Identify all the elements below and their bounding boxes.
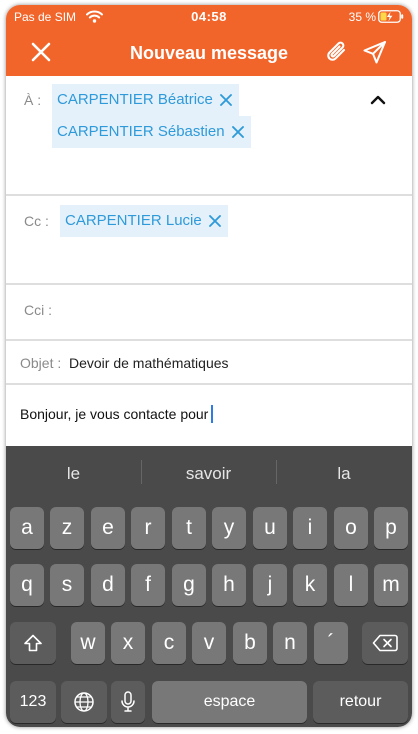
divider: [6, 194, 412, 196]
key[interactable]: q: [10, 564, 44, 606]
keyboard: le savoir la a z e r t y u i o p q s d f…: [6, 446, 412, 727]
text-caret: [211, 405, 214, 423]
divider: [6, 383, 412, 385]
remove-recipient-icon[interactable]: [219, 93, 233, 107]
key[interactable]: z: [50, 507, 84, 549]
key[interactable]: i: [293, 507, 327, 549]
microphone-key[interactable]: [111, 681, 145, 723]
message-body-input[interactable]: Bonjour, je vous contacte pour: [20, 405, 214, 423]
nav-bar: Nouveau message: [6, 29, 412, 76]
remove-recipient-icon[interactable]: [231, 125, 245, 139]
delete-key[interactable]: [362, 622, 408, 664]
divider: [6, 283, 412, 285]
key[interactable]: w: [71, 622, 105, 664]
microphone-icon: [121, 691, 135, 713]
space-key[interactable]: espace: [152, 681, 307, 723]
subject-input[interactable]: Devoir de mathématiques: [69, 355, 229, 371]
collapse-recipients-button[interactable]: [369, 93, 387, 107]
key[interactable]: k: [293, 564, 327, 606]
send-button[interactable]: [361, 38, 389, 66]
key[interactable]: c: [152, 622, 186, 664]
message-body-text: Bonjour, je vous contacte pour: [20, 406, 209, 422]
subject-label: Objet :: [20, 355, 62, 371]
key[interactable]: n: [273, 622, 307, 664]
suggestion-item[interactable]: le: [6, 464, 141, 484]
key[interactable]: h: [212, 564, 246, 606]
recipient-name: CARPENTIER Lucie: [65, 212, 202, 229]
key[interactable]: j: [253, 564, 287, 606]
key[interactable]: d: [91, 564, 125, 606]
header: Pas de SIM 04:58 35 % Nouveau message: [6, 5, 412, 76]
chevron-up-icon: [370, 95, 386, 105]
key[interactable]: p: [374, 507, 408, 549]
cc-recipient-chip[interactable]: CARPENTIER Lucie: [60, 205, 228, 237]
send-icon: [363, 41, 386, 64]
battery-charging-icon: [378, 10, 404, 28]
remove-recipient-icon[interactable]: [208, 214, 222, 228]
suggestion-bar: le savoir la: [6, 446, 412, 496]
recipient-chip[interactable]: CARPENTIER Béatrice: [52, 84, 239, 116]
suggestion-item[interactable]: savoir: [141, 464, 276, 484]
shift-icon: [24, 635, 42, 652]
phone-screen: Pas de SIM 04:58 35 % Nouveau message À …: [6, 5, 412, 727]
return-key[interactable]: retour: [313, 681, 408, 723]
recipient-name: CARPENTIER Béatrice: [57, 91, 213, 108]
page-title: Nouveau message: [129, 43, 289, 63]
battery-percent: 35 %: [348, 10, 376, 24]
bcc-label[interactable]: Cci :: [24, 302, 52, 318]
accent-key[interactable]: ´: [314, 622, 348, 664]
shift-key[interactable]: [10, 622, 56, 664]
to-label: À :: [24, 92, 42, 108]
key[interactable]: x: [111, 622, 145, 664]
status-bar: Pas de SIM 04:58 35 %: [6, 5, 412, 29]
key[interactable]: a: [10, 507, 44, 549]
key[interactable]: m: [374, 564, 408, 606]
key[interactable]: r: [131, 507, 165, 549]
numbers-key[interactable]: 123: [10, 681, 56, 723]
paperclip-icon: [327, 41, 346, 61]
key[interactable]: l: [334, 564, 368, 606]
suggestion-item[interactable]: la: [276, 464, 412, 484]
globe-key[interactable]: [61, 681, 107, 723]
key[interactable]: e: [91, 507, 125, 549]
key[interactable]: o: [334, 507, 368, 549]
recipient-name: CARPENTIER Sébastien: [57, 123, 225, 140]
cc-label: Cc :: [24, 213, 49, 229]
key[interactable]: v: [192, 622, 226, 664]
key[interactable]: s: [50, 564, 84, 606]
key[interactable]: y: [212, 507, 246, 549]
key[interactable]: t: [172, 507, 206, 549]
recipient-chip[interactable]: CARPENTIER Sébastien: [52, 116, 251, 148]
divider: [6, 339, 412, 341]
key[interactable]: u: [253, 507, 287, 549]
globe-icon: [74, 692, 94, 713]
key[interactable]: b: [233, 622, 267, 664]
backspace-icon: [372, 635, 398, 652]
attach-button[interactable]: [323, 38, 351, 66]
key[interactable]: g: [172, 564, 206, 606]
key[interactable]: f: [131, 564, 165, 606]
